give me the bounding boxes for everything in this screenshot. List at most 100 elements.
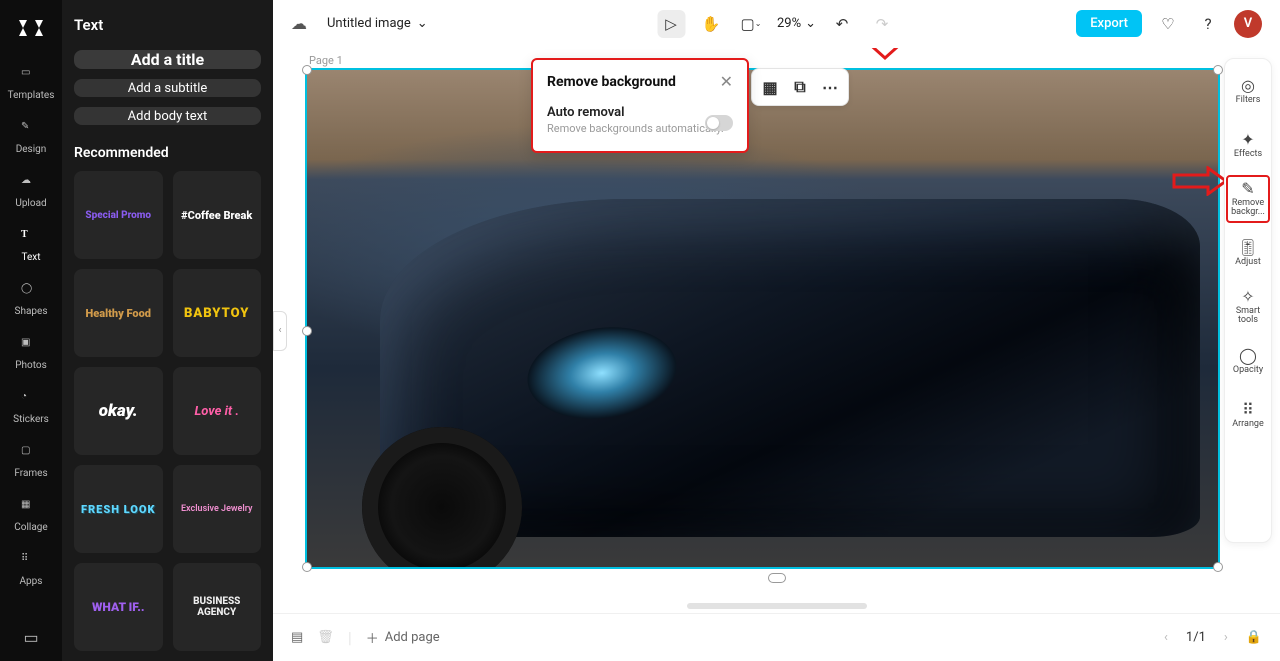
auto-removal-toggle[interactable] bbox=[705, 115, 733, 131]
zoom-control[interactable]: 29% ⌄ bbox=[777, 16, 816, 31]
add-page-button[interactable]: ＋ Add page bbox=[366, 628, 440, 647]
canvas-frame[interactable] bbox=[305, 68, 1220, 569]
nav-upload[interactable]: ☁Upload bbox=[0, 166, 62, 218]
nav-photos-label: Photos bbox=[15, 360, 47, 371]
cloud-sync-icon[interactable]: ☁ bbox=[291, 14, 311, 33]
redo-icon[interactable]: ↷ bbox=[868, 10, 896, 38]
preset-okay[interactable]: okay. bbox=[74, 367, 163, 455]
selection-handle-tl[interactable] bbox=[302, 65, 312, 75]
lock-icon[interactable]: 🔒 bbox=[1246, 630, 1262, 645]
preset-coffee-break[interactable]: #Coffee Break bbox=[173, 171, 262, 259]
left-panel-heading: Text bbox=[74, 16, 261, 34]
nav-stickers-label: Stickers bbox=[13, 414, 49, 425]
preset-special-promo[interactable]: Special Promo bbox=[74, 171, 163, 259]
topbar-center-controls: ▷ ✋ ▢⌄ 29% ⌄ ↶ ↷ bbox=[657, 10, 896, 38]
nav-frames-label: Frames bbox=[14, 468, 47, 479]
quick-toolbar: ▦ ⧉ ⋯ bbox=[751, 68, 849, 106]
nav-upload-label: Upload bbox=[15, 198, 46, 209]
adjust-icon: 🎚 bbox=[1238, 240, 1258, 256]
more-icon[interactable]: ⋯ bbox=[816, 73, 844, 101]
filters-icon: ◎ bbox=[1241, 78, 1255, 94]
nav-column: ▭Templates ✎Design ☁Upload TText ◯Shapes… bbox=[0, 0, 62, 661]
add-page-label: Add page bbox=[385, 630, 440, 645]
rail-arrange[interactable]: ⠿Arrange bbox=[1226, 391, 1270, 439]
rail-opacity[interactable]: ◯Opacity bbox=[1226, 337, 1270, 385]
rail-adjust[interactable]: 🎚Adjust bbox=[1226, 229, 1270, 277]
nav-text[interactable]: TText bbox=[0, 220, 62, 272]
export-button[interactable]: Export bbox=[1076, 10, 1142, 37]
bottom-bar: ▤ 🗑 | ＋Add page ‹ 1/1 › 🔒 bbox=[273, 613, 1280, 661]
help-icon[interactable]: ? bbox=[1194, 10, 1222, 38]
nav-templates[interactable]: ▭Templates bbox=[0, 58, 62, 110]
hand-tool-icon[interactable]: ✋ bbox=[697, 10, 725, 38]
document-title-text: Untitled image bbox=[327, 16, 411, 31]
preset-what-if[interactable]: WHAT IF.. bbox=[74, 563, 163, 651]
selection-handle-ml[interactable] bbox=[302, 326, 312, 336]
opacity-icon: ◯ bbox=[1239, 348, 1257, 364]
nav-collage[interactable]: ▦Collage bbox=[0, 490, 62, 542]
annotation-arrow-down bbox=[863, 48, 907, 60]
rail-smart-tools[interactable]: ✧Smart tools bbox=[1226, 283, 1270, 331]
nav-stickers[interactable]: ◔Stickers bbox=[0, 382, 62, 434]
nav-frames[interactable]: ▢Frames bbox=[0, 436, 62, 488]
chevron-down-icon: ⌄ bbox=[805, 16, 816, 31]
qr-icon[interactable]: ▦ bbox=[756, 73, 784, 101]
nav-shapes-label: Shapes bbox=[15, 306, 48, 317]
nav-apps-label: Apps bbox=[20, 576, 43, 587]
nav-shapes[interactable]: ◯Shapes bbox=[0, 274, 62, 326]
close-icon[interactable]: ✕ bbox=[720, 72, 733, 91]
nav-design-label: Design bbox=[16, 144, 47, 155]
preset-exclusive-jewelry[interactable]: Exclusive Jewelry bbox=[173, 465, 262, 553]
app-logo[interactable] bbox=[15, 12, 47, 44]
page-counter: 1/1 bbox=[1186, 630, 1206, 645]
rail-effects[interactable]: ✦Effects bbox=[1226, 121, 1270, 169]
add-title-button[interactable]: Add a title bbox=[74, 50, 261, 69]
preset-business-agency[interactable]: BUSINESS AGENCY bbox=[173, 563, 262, 651]
canvas-image[interactable] bbox=[307, 70, 1218, 567]
add-body-button[interactable]: Add body text bbox=[74, 107, 261, 125]
undo-icon[interactable]: ↶ bbox=[828, 10, 856, 38]
right-rail: ◎Filters ✦Effects ✎Remove backgr... 🎚Adj… bbox=[1224, 58, 1272, 543]
crop-tool-icon[interactable]: ▢⌄ bbox=[737, 10, 765, 38]
horizontal-scroll-track[interactable] bbox=[687, 603, 867, 609]
nav-apps[interactable]: ⠿Apps bbox=[0, 544, 62, 596]
delete-icon[interactable]: 🗑 bbox=[317, 630, 334, 645]
popup-title: Remove background bbox=[547, 74, 676, 90]
collapse-panel-handle[interactable]: ‹ bbox=[273, 311, 287, 351]
preset-healthy-food[interactable]: Healthy Food bbox=[74, 269, 163, 357]
preset-love-it[interactable]: Love it . bbox=[173, 367, 262, 455]
nav-collage-label: Collage bbox=[14, 522, 47, 533]
next-page-icon[interactable]: › bbox=[1220, 626, 1232, 649]
page-navigation: ‹ 1/1 › 🔒 bbox=[1160, 626, 1262, 649]
effects-icon: ✦ bbox=[1241, 132, 1254, 148]
plus-icon: ＋ bbox=[366, 628, 379, 647]
document-title[interactable]: Untitled image ⌄ bbox=[327, 16, 428, 31]
add-subtitle-button[interactable]: Add a subtitle bbox=[74, 79, 261, 97]
recommended-grid: Special Promo #Coffee Break Healthy Food… bbox=[74, 171, 261, 661]
topbar: ☁ Untitled image ⌄ ▷ ✋ ▢⌄ 29% ⌄ ↶ ↷ Expo… bbox=[273, 0, 1280, 48]
remove-background-popup: Remove background ✕ Auto removal Remove … bbox=[531, 58, 749, 153]
nav-photos[interactable]: ▣Photos bbox=[0, 328, 62, 380]
headlight-shape bbox=[522, 318, 683, 428]
left-panel: Text Add a title Add a subtitle Add body… bbox=[62, 0, 273, 661]
nav-text-label: Text bbox=[21, 252, 40, 263]
selection-handle-bl[interactable] bbox=[302, 562, 312, 572]
preset-babytoy[interactable]: BABYTOY bbox=[173, 269, 262, 357]
user-avatar[interactable]: V bbox=[1234, 10, 1262, 38]
shield-icon[interactable]: ♡ bbox=[1154, 10, 1182, 38]
selection-handle-tr[interactable] bbox=[1213, 65, 1223, 75]
rail-filters[interactable]: ◎Filters bbox=[1226, 67, 1270, 115]
pages-icon[interactable]: ▤ bbox=[291, 630, 303, 645]
prev-page-icon[interactable]: ‹ bbox=[1160, 626, 1172, 649]
rotation-handle[interactable] bbox=[768, 573, 786, 583]
popup-subtitle: Auto removal bbox=[547, 105, 733, 120]
rail-remove-background[interactable]: ✎Remove backgr... bbox=[1226, 175, 1270, 223]
arrange-icon: ⠿ bbox=[1242, 402, 1254, 418]
preset-fresh-look[interactable]: FRESH LOOK bbox=[74, 465, 163, 553]
selection-handle-br[interactable] bbox=[1213, 562, 1223, 572]
page-label: Page 1 bbox=[309, 54, 343, 67]
nav-design[interactable]: ✎Design bbox=[0, 112, 62, 164]
duplicate-icon[interactable]: ⧉ bbox=[786, 73, 814, 101]
select-tool-icon[interactable]: ▷ bbox=[657, 10, 685, 38]
nav-bottom-icon[interactable]: ▭ bbox=[0, 613, 62, 661]
